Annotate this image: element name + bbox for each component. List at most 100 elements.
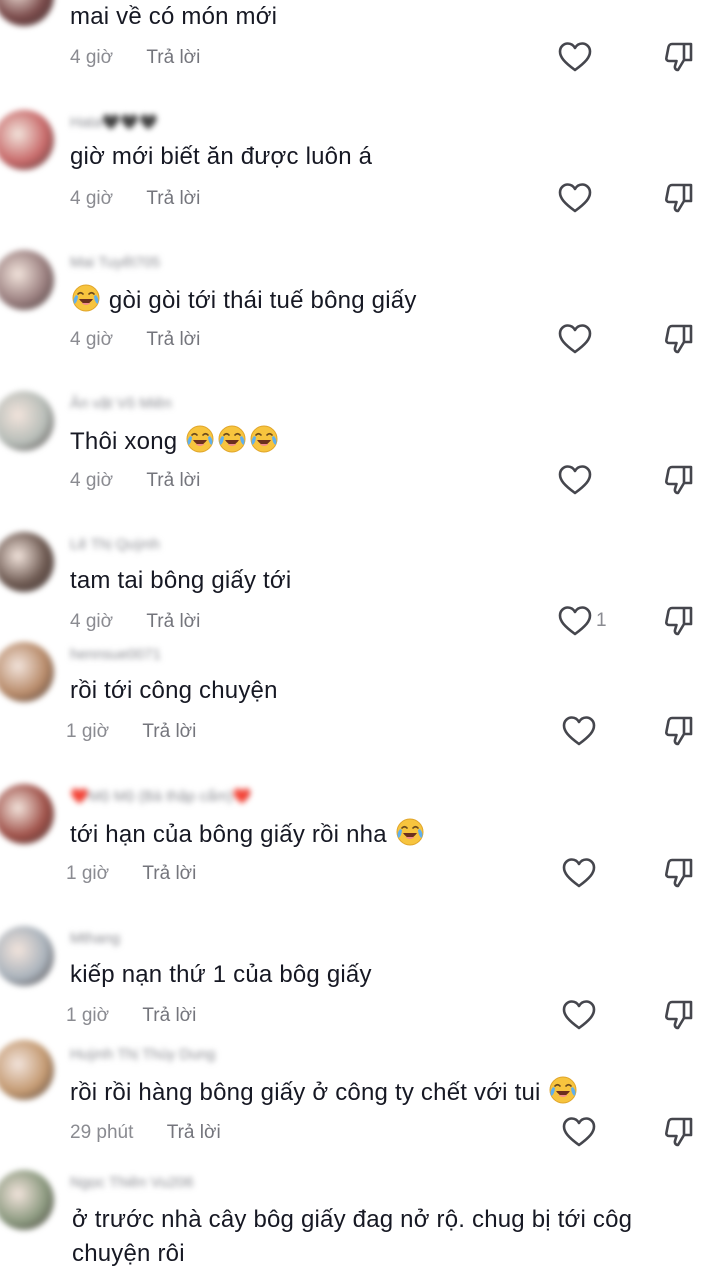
comment-meta: 4 giờ Trả lời [70, 46, 200, 70]
like-button[interactable] [558, 323, 592, 355]
comment-time: 1 giờ [66, 863, 110, 884]
comment-meta: 4 giờ Trả lời [70, 469, 200, 493]
laughing-tears-emoji-icon [217, 424, 247, 454]
comment-time: 4 giờ [70, 470, 114, 491]
like-button[interactable]: 1 [558, 605, 607, 637]
reply-button[interactable]: Trả lời [167, 1121, 221, 1145]
comment-text: rồi tới công chuyện [70, 677, 278, 704]
avatar[interactable] [0, 110, 54, 170]
comment-username[interactable]: Mai Tuyết705 [70, 254, 160, 272]
laughing-tears-emoji-icon [185, 424, 215, 454]
comment-meta: 29 phút Trả lời [70, 1121, 221, 1145]
comment-meta: 4 giờ Trả lời [70, 328, 200, 352]
avatar[interactable] [0, 926, 54, 986]
thumbs-down-icon [665, 183, 693, 213]
avatar[interactable] [0, 1170, 54, 1230]
thumbs-down-icon [665, 42, 693, 72]
reply-button[interactable]: Trả lời [142, 1004, 196, 1028]
like-button[interactable] [562, 999, 596, 1031]
laughing-tears-emoji-icon [249, 424, 279, 454]
reply-button[interactable]: Trả lời [142, 862, 196, 886]
dislike-button[interactable] [664, 715, 694, 747]
comment-username[interactable]: Huỳnh Thị Thúy Dung [70, 1046, 215, 1064]
avatar[interactable] [0, 784, 54, 844]
comment-meta: 4 giờ Trả lời [70, 187, 200, 211]
comment-meta: 1 giờ Trả lời [66, 862, 196, 886]
comment-item: Ăn vặt Vô Miên Thôi xong 4 giờ Trả lời [0, 391, 708, 521]
thumbs-down-icon [665, 716, 693, 746]
comment-username[interactable]: Mthang [70, 930, 120, 948]
comment-item: ❤️Mộ Mộ (Bà thập cẩm)❤️ tới hạn của bông… [0, 784, 708, 914]
dislike-button[interactable] [664, 464, 694, 496]
comment-text: Thôi xong [70, 424, 680, 459]
comment-item: Huỳnh Thị Thúy Dung rồi rồi hàng bông gi… [0, 1040, 708, 1160]
laughing-tears-emoji-icon [71, 283, 101, 313]
comment-username[interactable]: ❤️Mộ Mộ (Bà thập cẩm)❤️ [70, 788, 252, 806]
comment-time: 4 giờ [70, 188, 114, 209]
comment-username[interactable]: Ngọc Thiên Vu206 [70, 1174, 193, 1192]
comment-text: gòi gòi tới thái tuế bông giấy [70, 283, 680, 318]
laughing-tears-emoji-icon [548, 1075, 578, 1105]
comment-text: mai về có món mới [70, 3, 278, 30]
comment-item: Mai Tuyết705 gòi gòi tới thái tuế bông g… [0, 250, 708, 380]
avatar[interactable] [0, 0, 54, 26]
reply-button[interactable]: Trả lời [146, 187, 200, 211]
heart-icon [558, 42, 592, 72]
dislike-button[interactable] [664, 1116, 694, 1148]
comment-time: 1 giờ [66, 1005, 110, 1026]
comment-text: tam tai bông giấy tới [70, 567, 292, 594]
comment-text: rồi rồi hàng bông giấy ở công ty chết vớ… [70, 1075, 680, 1110]
comment-meta: 1 giờ Trả lời [66, 1004, 196, 1028]
like-button[interactable] [558, 182, 592, 214]
avatar[interactable] [0, 1040, 54, 1100]
dislike-button[interactable] [664, 41, 694, 73]
comment-time: 1 giờ [66, 721, 110, 742]
comment-text: kiếp nạn thứ 1 của bôg giấy [70, 961, 372, 988]
laughing-tears-emoji-icon [395, 817, 425, 847]
heart-icon [562, 1000, 596, 1030]
thumbs-down-icon [665, 324, 693, 354]
heart-icon [558, 465, 592, 495]
comment-username[interactable]: Hata🖤🖤🖤 [70, 114, 158, 132]
avatar[interactable] [0, 532, 54, 592]
dislike-button[interactable] [664, 605, 694, 637]
like-count: 1 [596, 610, 607, 631]
thumbs-down-icon [665, 1117, 693, 1147]
dislike-button[interactable] [664, 857, 694, 889]
comment-time: 4 giờ [70, 47, 114, 68]
comment-username[interactable]: Lê Thị Quỳnh [70, 536, 160, 554]
comment-text: giờ mới biết ăn được luôn á [70, 143, 373, 170]
heart-icon [558, 324, 592, 354]
comment-item: Ngọc Thiên Vu206 ở trước nhà cây bôg giấ… [0, 1170, 708, 1280]
comment-time: 4 giờ [70, 611, 114, 632]
reply-button[interactable]: Trả lời [142, 720, 196, 744]
reply-button[interactable]: Trả lời [146, 610, 200, 634]
dislike-button[interactable] [664, 323, 694, 355]
thumbs-down-icon [665, 465, 693, 495]
comment-item: Mthang kiếp nạn thứ 1 của bôg giấy 1 giờ… [0, 926, 708, 1036]
dislike-button[interactable] [664, 182, 694, 214]
heart-icon [562, 716, 596, 746]
heart-icon [562, 858, 596, 888]
avatar[interactable] [0, 642, 54, 702]
comment-item: hennsue0071 rồi tới công chuyện 1 giờ Tr… [0, 642, 708, 772]
comment-item: Lê Thị Quỳnh tam tai bông giấy tới 4 giờ… [0, 532, 708, 642]
thumbs-down-icon [665, 606, 693, 636]
like-button[interactable] [562, 715, 596, 747]
comment-username[interactable]: Ăn vặt Vô Miên [70, 395, 172, 413]
heart-icon [562, 1117, 596, 1147]
like-button[interactable] [558, 464, 592, 496]
thumbs-down-icon [665, 858, 693, 888]
avatar[interactable] [0, 250, 54, 310]
like-button[interactable] [558, 41, 592, 73]
avatar[interactable] [0, 391, 54, 451]
reply-button[interactable]: Trả lời [146, 328, 200, 352]
like-button[interactable] [562, 1116, 596, 1148]
reply-button[interactable]: Trả lời [146, 469, 200, 493]
dislike-button[interactable] [664, 999, 694, 1031]
comment-item: mai về có món mới 4 giờ Trả lời [0, 0, 708, 96]
like-button[interactable] [562, 857, 596, 889]
comment-list: mai về có món mới 4 giờ Trả lời Hata🖤🖤🖤 … [0, 0, 708, 1280]
comment-username[interactable]: hennsue0071 [70, 646, 161, 664]
reply-button[interactable]: Trả lời [146, 46, 200, 70]
